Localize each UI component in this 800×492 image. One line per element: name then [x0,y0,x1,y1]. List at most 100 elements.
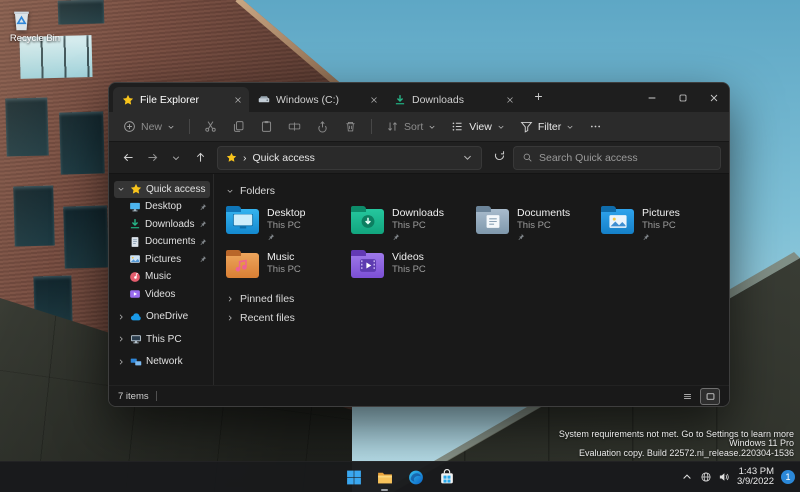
chevron-down-icon [566,123,574,131]
video-icon [129,288,141,300]
toolbar-separator [371,119,373,134]
notification-badge[interactable]: 1 [781,470,795,484]
tab-close-button[interactable] [505,95,515,105]
monitor-icon [129,201,141,213]
command-toolbar: New Sort View Filter [109,112,729,142]
section-header-pinned-files[interactable]: Pinned files [226,291,719,307]
details-view-button[interactable] [677,388,697,405]
folder-name: Documents [517,207,571,219]
pin-icon [199,238,207,246]
folders-section-header[interactable]: Folders [226,183,719,198]
file-explorer-window: File Explorer Windows (C:) Downloads New So… [108,82,730,407]
share-button[interactable] [309,115,336,138]
tab-downloads[interactable]: Downloads [385,87,521,112]
sidebar-item-network[interactable]: Network [114,354,210,371]
taskbar-file-explorer-button[interactable] [373,465,397,489]
folder-tile-music[interactable]: Music This PC [226,249,351,278]
view-label: View [469,120,492,133]
window-body: Quick access Desktop Downloads Documents Pic… [109,174,729,385]
taskbar-store-button[interactable] [435,465,459,489]
sidebar-item-onedrive[interactable]: OneDrive [114,309,210,326]
toolbar-separator [189,119,191,134]
sidebar-item-videos[interactable]: Videos [114,286,210,303]
back-button[interactable] [117,147,139,169]
pc-icon [130,333,142,345]
ellipsis-icon [589,120,602,133]
sidebar-item-quick-access[interactable]: Quick access [114,181,210,198]
minimize-button[interactable] [636,83,667,112]
sidebar-item-documents[interactable]: Documents [114,234,210,251]
refresh-icon [493,149,506,167]
more-button[interactable] [582,115,609,138]
recycle-bin-icon [8,6,62,33]
new-label: New [141,120,163,133]
folder-name: Pictures [642,207,680,219]
sidebar-item-pictures[interactable]: Pictures [114,251,210,268]
taskbar-edge-button[interactable] [404,465,428,489]
cut-button[interactable] [197,115,224,138]
folder-location: This PC [392,263,426,275]
search-placeholder: Search Quick access [539,151,638,164]
refresh-button[interactable] [488,147,510,169]
folder-tile-documents[interactable]: Documents This PC [476,205,601,241]
chevron-down-icon [497,123,505,131]
folder-tile-downloads[interactable]: Downloads This PC [351,205,476,241]
pin-icon [199,203,207,211]
new-tab-button[interactable] [527,87,549,109]
chevron-right-icon[interactable] [117,313,126,321]
sidebar-item-desktop[interactable]: Desktop [114,199,210,216]
tab-windows-c[interactable]: Windows (C:) [249,87,385,112]
rename-button[interactable] [281,115,308,138]
sidebar-item-downloads[interactable]: Downloads [114,216,210,233]
chevron-right-icon[interactable] [117,335,126,343]
hidden-icons-chevron[interactable] [681,471,693,483]
desktop: Recycle Bin File Explorer Windows (C:) Dow… [0,0,800,492]
breadcrumb[interactable]: › Quick access [217,145,482,170]
tray-volume-icon[interactable] [718,471,730,483]
new-button[interactable]: New [116,115,182,138]
breadcrumb-separator: › [243,151,247,164]
folder-tile-videos[interactable]: Videos This PC [351,249,476,278]
forward-button[interactable] [141,147,163,169]
search-icon [522,152,533,163]
chevron-down-icon [171,153,181,163]
chevron-down-icon[interactable] [462,152,473,163]
paste-button[interactable] [253,115,280,138]
close-button[interactable] [698,83,729,112]
sidebar-item-label: OneDrive [146,311,189,323]
view-button[interactable]: View [444,115,512,138]
chevron-right-icon[interactable] [117,358,126,366]
desktop-icon-recycle-bin[interactable]: Recycle Bin [8,6,62,44]
recent-locations-button[interactable] [165,147,187,169]
taskbar-clock[interactable]: 1:43 PM 3/9/2022 [737,466,774,488]
sort-button[interactable]: Sort [379,115,443,138]
large-icons-view-button[interactable] [700,387,720,405]
chevron-down-icon[interactable] [117,185,126,193]
folder-tile-pictures[interactable]: Pictures This PC [601,205,726,241]
section-header-recent-files[interactable]: Recent files [226,310,719,326]
sidebar-item-this-pc[interactable]: This PC [114,331,210,348]
tab-file-explorer[interactable]: File Explorer [113,87,249,112]
tab-close-button[interactable] [233,95,243,105]
music-folder-icon [226,249,259,278]
taskbar-start-button[interactable] [342,465,366,489]
folder-name: Desktop [267,207,306,219]
building-window [33,275,73,325]
tab-close-button[interactable] [369,95,379,105]
up-button[interactable] [189,147,211,169]
sidebar-item-label: This PC [146,333,182,345]
folder-grid: Desktop This PC Downloads This PC Documents T… [226,205,719,278]
sidebar-item-label: Music [145,271,172,283]
delete-button[interactable] [337,115,364,138]
tray-network-icon[interactable] [700,471,712,483]
drive-icon [258,94,270,106]
item-count: 7 items [118,390,149,402]
filter-button[interactable]: Filter [513,115,581,138]
maximize-button[interactable] [667,83,698,112]
sidebar-item-music[interactable]: Music [114,269,210,286]
copy-button[interactable] [225,115,252,138]
plus-icon [533,89,544,107]
search-input[interactable]: Search Quick access [513,145,721,170]
pin-icon [642,233,680,241]
folder-tile-desktop[interactable]: Desktop This PC [226,205,351,241]
